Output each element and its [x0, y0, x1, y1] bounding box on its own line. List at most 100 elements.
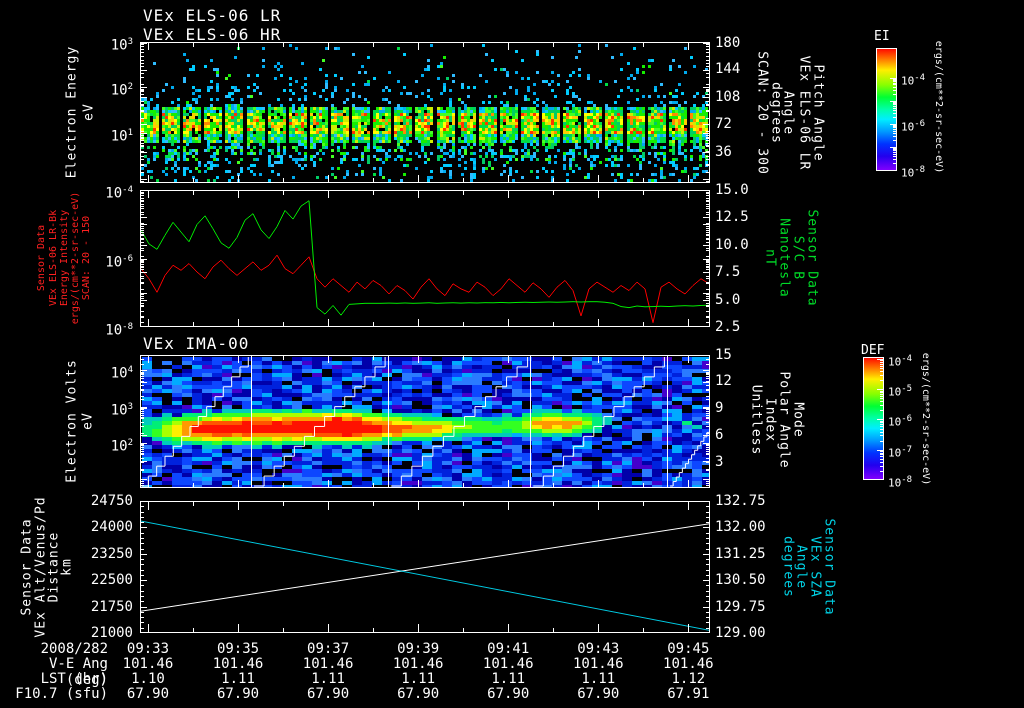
row-header-2: F10.7 (sfu) [15, 686, 108, 702]
row1-value-2: 1.11 [311, 671, 345, 687]
row2-value-1: 67.90 [216, 686, 260, 702]
title-ima: VEx IMA-00 [143, 334, 250, 353]
p3-y2label-unitless: Unitless [748, 384, 764, 456]
p1-y2label-pitch-angle: Pitch Angle [810, 64, 826, 162]
p4-y2label-angle: Angle [793, 544, 809, 590]
p2-left-tick-1: 10-6 [105, 253, 133, 271]
p2-right-tick-2: 10.0 [715, 236, 749, 253]
p2-left-tick-0: 10-4 [105, 185, 133, 202]
p4-left-tick-0: 24750 [90, 493, 133, 509]
row0-value-4: 101.46 [482, 656, 534, 672]
p3-left-tick-0: 104 [110, 365, 133, 382]
p4-right-tick-4: 129.75 [715, 598, 766, 615]
title-els-lr: VEx ELS-06 LR [143, 6, 282, 25]
p1-left-tick-1: 102 [110, 81, 133, 99]
p3-right-tick-1: 12 [715, 372, 732, 389]
p4-left-tick-4: 21750 [90, 598, 133, 615]
row2-value-5: 67.90 [577, 686, 620, 702]
p4-right-tick-3: 130.50 [715, 572, 766, 589]
colorbar2-tick-3: 10-7 [888, 444, 913, 460]
row2-value-4: 67.90 [487, 686, 530, 702]
row1-value-0: 1.10 [131, 671, 165, 687]
time-label-1: 09:35 [216, 641, 260, 657]
colorbar1-tick-2: 10-8 [901, 164, 926, 180]
p1-left-tick-2: 101 [110, 127, 133, 145]
ei-colorbar-units: ergs/(cm**2-sr-sec-eV) [933, 40, 944, 174]
time-label-3: 09:39 [397, 641, 440, 657]
plot-screen: VEx ELS-06 LR VEx ELS-06 HR VEx IMA-00 E… [0, 0, 1024, 708]
p4-ylabel-sensor-data: Sensor Data [19, 518, 35, 616]
p4-y2label-vex-sza: VEx SZA [807, 536, 823, 598]
p2-y2label-nanotesla: Nanotesla [776, 218, 792, 298]
time-label-4: 09:41 [487, 641, 530, 657]
row1-value-6: 1.12 [671, 671, 706, 687]
def-colorbar-label: DEF [861, 343, 885, 358]
p3-left-tick-2: 102 [110, 438, 133, 455]
row1-value-4: 1.11 [491, 671, 526, 687]
p3-right-tick-0: 15 [715, 347, 732, 363]
p1-right-tick-1: 144 [715, 60, 741, 77]
p4-right-tick-0: 132.75 [715, 493, 766, 509]
ima-spectrogram-panel [140, 355, 710, 488]
p2-ylabel-vex-els-bk: VEx ELS-06 LR-Bk [48, 209, 59, 307]
row-header-1: LST (hr) [40, 671, 108, 687]
p4-left-tick-2: 23250 [90, 545, 133, 562]
p3-right-tick-2: 9 [715, 400, 724, 417]
def-colorbar [863, 357, 884, 480]
colorbar2-tick-2: 10-6 [888, 414, 913, 430]
p4-right-tick-5: 129.00 [715, 625, 766, 641]
p1-right-tick-0: 180 [715, 34, 741, 51]
els-spectrogram-panel [140, 42, 710, 183]
colorbar2-tick-1: 10-5 [888, 384, 913, 399]
row0-value-6: 101.46 [663, 656, 714, 672]
ei-colorbar [876, 48, 897, 171]
colorbar1-tick-1: 10-6 [901, 118, 926, 134]
p4-right-tick-1: 132.00 [715, 519, 766, 536]
row2-value-6: 67.91 [667, 686, 710, 702]
row2-value-2: 67.90 [307, 686, 350, 702]
row2-value-0: 67.90 [126, 686, 170, 702]
time-label-6: 09:45 [667, 641, 710, 657]
altitude-sza-panel [140, 501, 710, 633]
row0-value-1: 101.46 [212, 656, 264, 672]
p1-right-tick-2: 108 [715, 88, 741, 105]
p4-right-tick-2: 131.25 [715, 545, 766, 562]
p4-left-tick-3: 22500 [90, 572, 133, 589]
p1-left-tick-0: 103 [110, 37, 133, 54]
p1-ylabel-ev: eV [81, 103, 97, 121]
p4-y2label-sensor-data: Sensor Data [821, 518, 837, 616]
title-els-hr: VEx ELS-06 HR [143, 25, 282, 44]
p3-left-tick-1: 103 [110, 402, 133, 419]
colorbar2-tick-0: 10-4 [888, 353, 913, 369]
p2-right-tick-4: 5.0 [715, 291, 741, 308]
time-label-0: 09:33 [126, 641, 170, 657]
p4-left-tick-1: 24000 [90, 519, 133, 536]
row0-value-5: 101.46 [572, 656, 624, 672]
p2-right-tick-0: 15.0 [715, 182, 749, 198]
row0-value-3: 101.46 [392, 656, 444, 672]
p2-right-tick-5: 2.5 [715, 319, 741, 335]
ei-colorbar-label: EI [874, 29, 890, 44]
p1-y2label-vex-els: VEx ELS-06 LR [796, 55, 812, 171]
p4-left-tick-5: 21000 [90, 625, 133, 641]
date-label: 2008/282 [40, 641, 108, 657]
p2-right-tick-1: 12.5 [715, 209, 749, 226]
p3-right-tick-3: 6 [715, 426, 724, 443]
p1-right-tick-4: 36 [715, 143, 732, 160]
row1-value-1: 1.11 [221, 671, 255, 687]
colorbar2-tick-4: 10-8 [888, 475, 913, 490]
p1-right-tick-3: 72 [715, 116, 732, 133]
time-label-2: 09:37 [307, 641, 350, 657]
row1-value-5: 1.11 [581, 671, 616, 687]
row0-value-2: 101.46 [302, 656, 354, 672]
p1-ylabel-electron-energy: Electron Energy [64, 45, 80, 179]
row1-value-3: 1.11 [401, 671, 436, 687]
row2-value-3: 67.90 [397, 686, 440, 702]
p2-ylabel-sensor-data: Sensor Data [36, 224, 47, 292]
colorbar1-tick-0: 10-4 [901, 72, 926, 88]
p2-left-tick-2: 10-8 [105, 322, 133, 339]
p2-y2label-sensor-data: Sensor Data [804, 209, 820, 307]
row0-value-0: 101.46 [122, 656, 174, 672]
p2-right-tick-3: 7.5 [715, 264, 741, 281]
bfield-intensity-panel [140, 190, 710, 327]
